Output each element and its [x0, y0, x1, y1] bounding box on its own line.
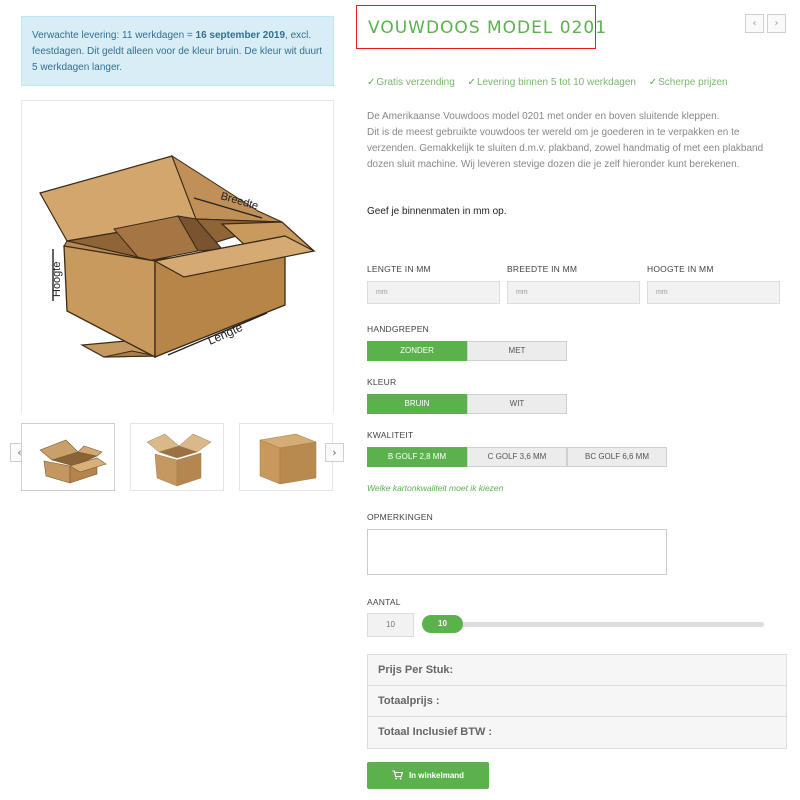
- handles-label: HANDGREPEN: [367, 324, 429, 334]
- previous-product-icon[interactable]: ‹: [745, 14, 764, 33]
- quantity-slider-handle[interactable]: 10: [422, 615, 463, 633]
- quantity-slider-track[interactable]: [424, 622, 764, 627]
- add-to-cart-button[interactable]: In winkelmand: [367, 762, 489, 789]
- width-label: BREEDTE IN MM: [507, 264, 578, 274]
- total-incl-vat: Totaal Inclusief BTW :: [368, 717, 786, 748]
- product-title: VOUWDOOS MODEL 0201: [368, 18, 608, 38]
- thumbnail-carousel: ‹ ›: [10, 423, 346, 493]
- quantity-input[interactable]: 10: [367, 613, 414, 637]
- height-input[interactable]: mm: [647, 281, 780, 304]
- usp-item: ✓Levering binnen 5 tot 10 werkdagen: [467, 77, 636, 88]
- usp-item: ✓Gratis verzending: [367, 77, 455, 88]
- remarks-label: OPMERKINGEN: [367, 512, 433, 522]
- color-option-wit[interactable]: WIT: [467, 394, 567, 414]
- product-description: De Amerikaanse Vouwdoos model 0201 met o…: [367, 111, 764, 170]
- quality-option-b-golf[interactable]: B GOLF 2,8 MM: [367, 447, 467, 467]
- handles-option-met[interactable]: MET: [467, 341, 567, 361]
- check-icon: ✓: [648, 77, 658, 88]
- delivery-date: 16 september 2019: [195, 30, 286, 41]
- thumbnail-closed-flaps-box[interactable]: [130, 423, 224, 491]
- height-label: HOOGTE IN MM: [647, 264, 714, 274]
- add-to-cart-label: In winkelmand: [408, 771, 465, 780]
- remarks-textarea[interactable]: [367, 529, 667, 575]
- quality-option-bc-golf[interactable]: BC GOLF 6,6 MM: [567, 447, 667, 467]
- color-toggle: BRUIN WIT: [367, 394, 567, 414]
- check-icon: ✓: [367, 77, 376, 88]
- price-summary: Prijs Per Stuk: Totaalprijs : Totaal Inc…: [367, 654, 787, 749]
- quality-help-link[interactable]: Welke kartonkwaliteit moet ik kiezen: [367, 483, 503, 493]
- color-option-bruin[interactable]: BRUIN: [367, 394, 467, 414]
- main-product-image[interactable]: Breedte Hoogte Lengte: [21, 100, 334, 413]
- handles-toggle: ZONDER MET: [367, 341, 567, 361]
- next-product-icon[interactable]: ›: [767, 14, 786, 33]
- dimension-instruction: Geef je binnenmaten in mm op.: [367, 206, 507, 217]
- product-title-box: VOUWDOOS MODEL 0201: [356, 5, 608, 49]
- handles-option-zonder[interactable]: ZONDER: [367, 341, 467, 361]
- quality-option-c-golf[interactable]: C GOLF 3,6 MM: [467, 447, 567, 467]
- box-illustration: Breedte Hoogte Lengte: [39, 154, 316, 359]
- thumbnail-open-box[interactable]: [21, 423, 115, 491]
- price-per-piece: Prijs Per Stuk:: [368, 655, 786, 686]
- length-label: LENGTE IN MM: [367, 264, 431, 274]
- usp-list: ✓Gratis verzending ✓Levering binnen 5 to…: [367, 77, 787, 88]
- delivery-notice: Verwachte levering: 11 werkdagen = 16 se…: [21, 16, 334, 86]
- color-label: KLEUR: [367, 377, 397, 387]
- quantity-label: AANTAL: [367, 597, 401, 607]
- delivery-notice-prefix: Verwachte levering: 11 werkdagen =: [32, 30, 196, 41]
- width-input[interactable]: mm: [507, 281, 640, 304]
- usp-item: ✓Scherpe prijzen: [648, 77, 728, 88]
- chevron-right-icon[interactable]: ›: [325, 443, 344, 462]
- length-input[interactable]: mm: [367, 281, 500, 304]
- quality-label: KWALITEIT: [367, 430, 414, 440]
- thumbnail-closed-box[interactable]: [239, 423, 333, 491]
- height-label: Hoogte: [51, 262, 63, 297]
- total-price: Totaalprijs :: [368, 686, 786, 717]
- quality-toggle: B GOLF 2,8 MM C GOLF 3,6 MM BC GOLF 6,6 …: [367, 447, 667, 467]
- check-icon: ✓: [467, 77, 476, 88]
- cart-icon: [392, 770, 403, 780]
